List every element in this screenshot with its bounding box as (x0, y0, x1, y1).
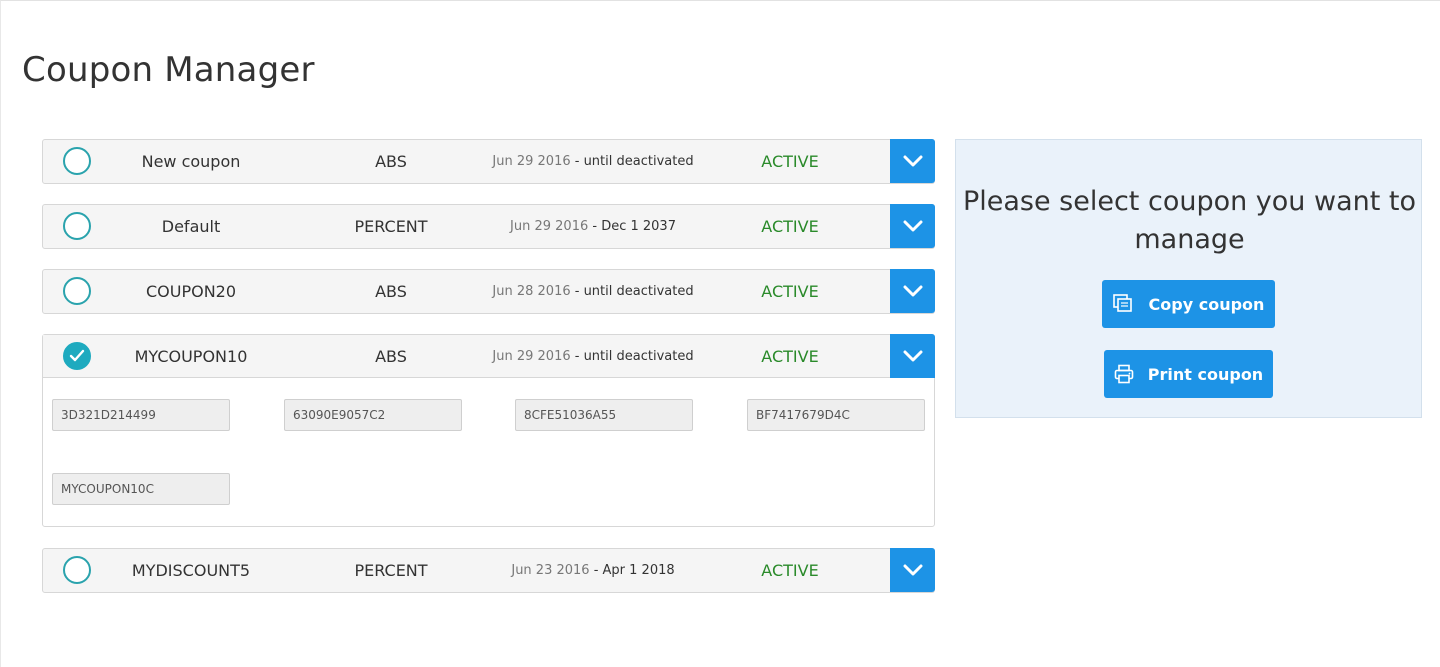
coupon-name: MYCOUPON10 (134, 347, 248, 366)
coupon-type: ABS (375, 282, 407, 301)
coupon-row-coupon20: COUPON20 ABS Jun 28 2016 - until deactiv… (42, 269, 935, 314)
coupon-date-start: Jun 23 2016 (511, 563, 590, 578)
coupon-type: PERCENT (354, 217, 428, 236)
coupon-type: ABS (375, 347, 407, 366)
coupon-code-field[interactable]: MYCOUPON10C (52, 473, 230, 505)
coupon-name: Default (161, 217, 221, 236)
coupon-name: MYDISCOUNT5 (131, 561, 251, 580)
coupon-row-new-coupon: New coupon ABS Jun 29 2016 - until deact… (42, 139, 935, 184)
coupon-date-end: - Dec 1 2037 (588, 219, 676, 234)
coupon-type: PERCENT (354, 561, 428, 580)
coupon-date-range: Jun 29 2016 - until deactivated (483, 154, 703, 169)
coupon-radio[interactable] (63, 277, 91, 305)
coupon-date-end: - until deactivated (570, 284, 694, 299)
coupon-header[interactable]: MYDISCOUNT5 PERCENT Jun 23 2016 - Apr 1 … (43, 548, 935, 592)
coupon-codes: 3D321D214499 63090E9057C2 8CFE51036A55 B… (43, 378, 934, 526)
print-coupon-label: Print coupon (1147, 364, 1264, 384)
copy-coupon-label: Copy coupon (1148, 294, 1265, 314)
copy-icon (1112, 294, 1135, 314)
chevron-down-icon (903, 155, 922, 167)
coupon-date-start: Jun 29 2016 (492, 154, 571, 169)
chevron-down-icon (903, 285, 922, 297)
coupon-date-range: Jun 23 2016 - Apr 1 2018 (483, 563, 703, 578)
page-title: Coupon Manager (22, 50, 315, 90)
coupon-date-start: Jun 28 2016 (492, 284, 571, 299)
coupon-name: COUPON20 (145, 282, 237, 301)
coupon-header[interactable]: Default PERCENT Jun 29 2016 - Dec 1 2037… (43, 204, 935, 248)
check-icon (69, 349, 85, 362)
select-coupon-message: Please select coupon you want to manage (962, 186, 1417, 255)
coupon-status: ACTIVE (761, 561, 819, 580)
coupon-date-start: Jun 29 2016 (492, 349, 571, 364)
expand-toggle-button[interactable] (890, 139, 935, 183)
coupon-row-mydiscount5: MYDISCOUNT5 PERCENT Jun 23 2016 - Apr 1 … (42, 548, 935, 593)
expand-toggle-button[interactable] (890, 334, 935, 378)
coupon-code-field[interactable]: 63090E9057C2 (284, 399, 462, 431)
print-coupon-button[interactable]: Print coupon (1104, 350, 1273, 398)
coupon-status: ACTIVE (761, 282, 819, 301)
coupon-date-range: Jun 29 2016 - until deactivated (483, 349, 703, 364)
coupon-row-default: Default PERCENT Jun 29 2016 - Dec 1 2037… (42, 204, 935, 249)
coupon-date-start: Jun 29 2016 (510, 219, 589, 234)
coupon-date-range: Jun 29 2016 - Dec 1 2037 (483, 219, 703, 234)
expand-toggle-button[interactable] (890, 269, 935, 313)
chevron-down-icon (903, 564, 922, 576)
coupon-date-end: - until deactivated (570, 349, 694, 364)
coupon-code-field[interactable]: 3D321D214499 (52, 399, 230, 431)
coupon-header[interactable]: COUPON20 ABS Jun 28 2016 - until deactiv… (43, 269, 935, 313)
coupon-code-field[interactable]: BF7417679D4C (747, 399, 925, 431)
coupon-header[interactable]: MYCOUPON10 ABS Jun 29 2016 - until deact… (43, 334, 935, 378)
coupon-type: ABS (375, 152, 407, 171)
chevron-down-icon (903, 350, 922, 362)
coupon-date-range: Jun 28 2016 - until deactivated (483, 284, 703, 299)
coupon-code-field[interactable]: 8CFE51036A55 (515, 399, 693, 431)
coupon-header[interactable]: New coupon ABS Jun 29 2016 - until deact… (43, 139, 935, 183)
coupon-radio[interactable] (63, 212, 91, 240)
coupon-status: ACTIVE (761, 217, 819, 236)
expand-toggle-button[interactable] (890, 548, 935, 592)
coupon-status: ACTIVE (761, 152, 819, 171)
coupon-actions-panel: Please select coupon you want to manage … (955, 139, 1422, 418)
coupon-radio[interactable] (63, 147, 91, 175)
coupon-status: ACTIVE (761, 347, 819, 366)
coupon-date-end: - until deactivated (570, 154, 694, 169)
printer-icon (1114, 364, 1134, 384)
coupon-name: New coupon (141, 152, 241, 171)
page-frame: Coupon Manager New coupon ABS Jun 29 201… (0, 0, 1440, 667)
coupon-date-end: - Apr 1 2018 (589, 563, 675, 578)
chevron-down-icon (903, 220, 922, 232)
copy-coupon-button[interactable]: Copy coupon (1102, 280, 1275, 328)
coupon-radio[interactable] (63, 556, 91, 584)
expand-toggle-button[interactable] (890, 204, 935, 248)
coupon-radio-selected[interactable] (63, 342, 91, 370)
coupon-row-mycoupon10: MYCOUPON10 ABS Jun 29 2016 - until deact… (42, 334, 935, 527)
